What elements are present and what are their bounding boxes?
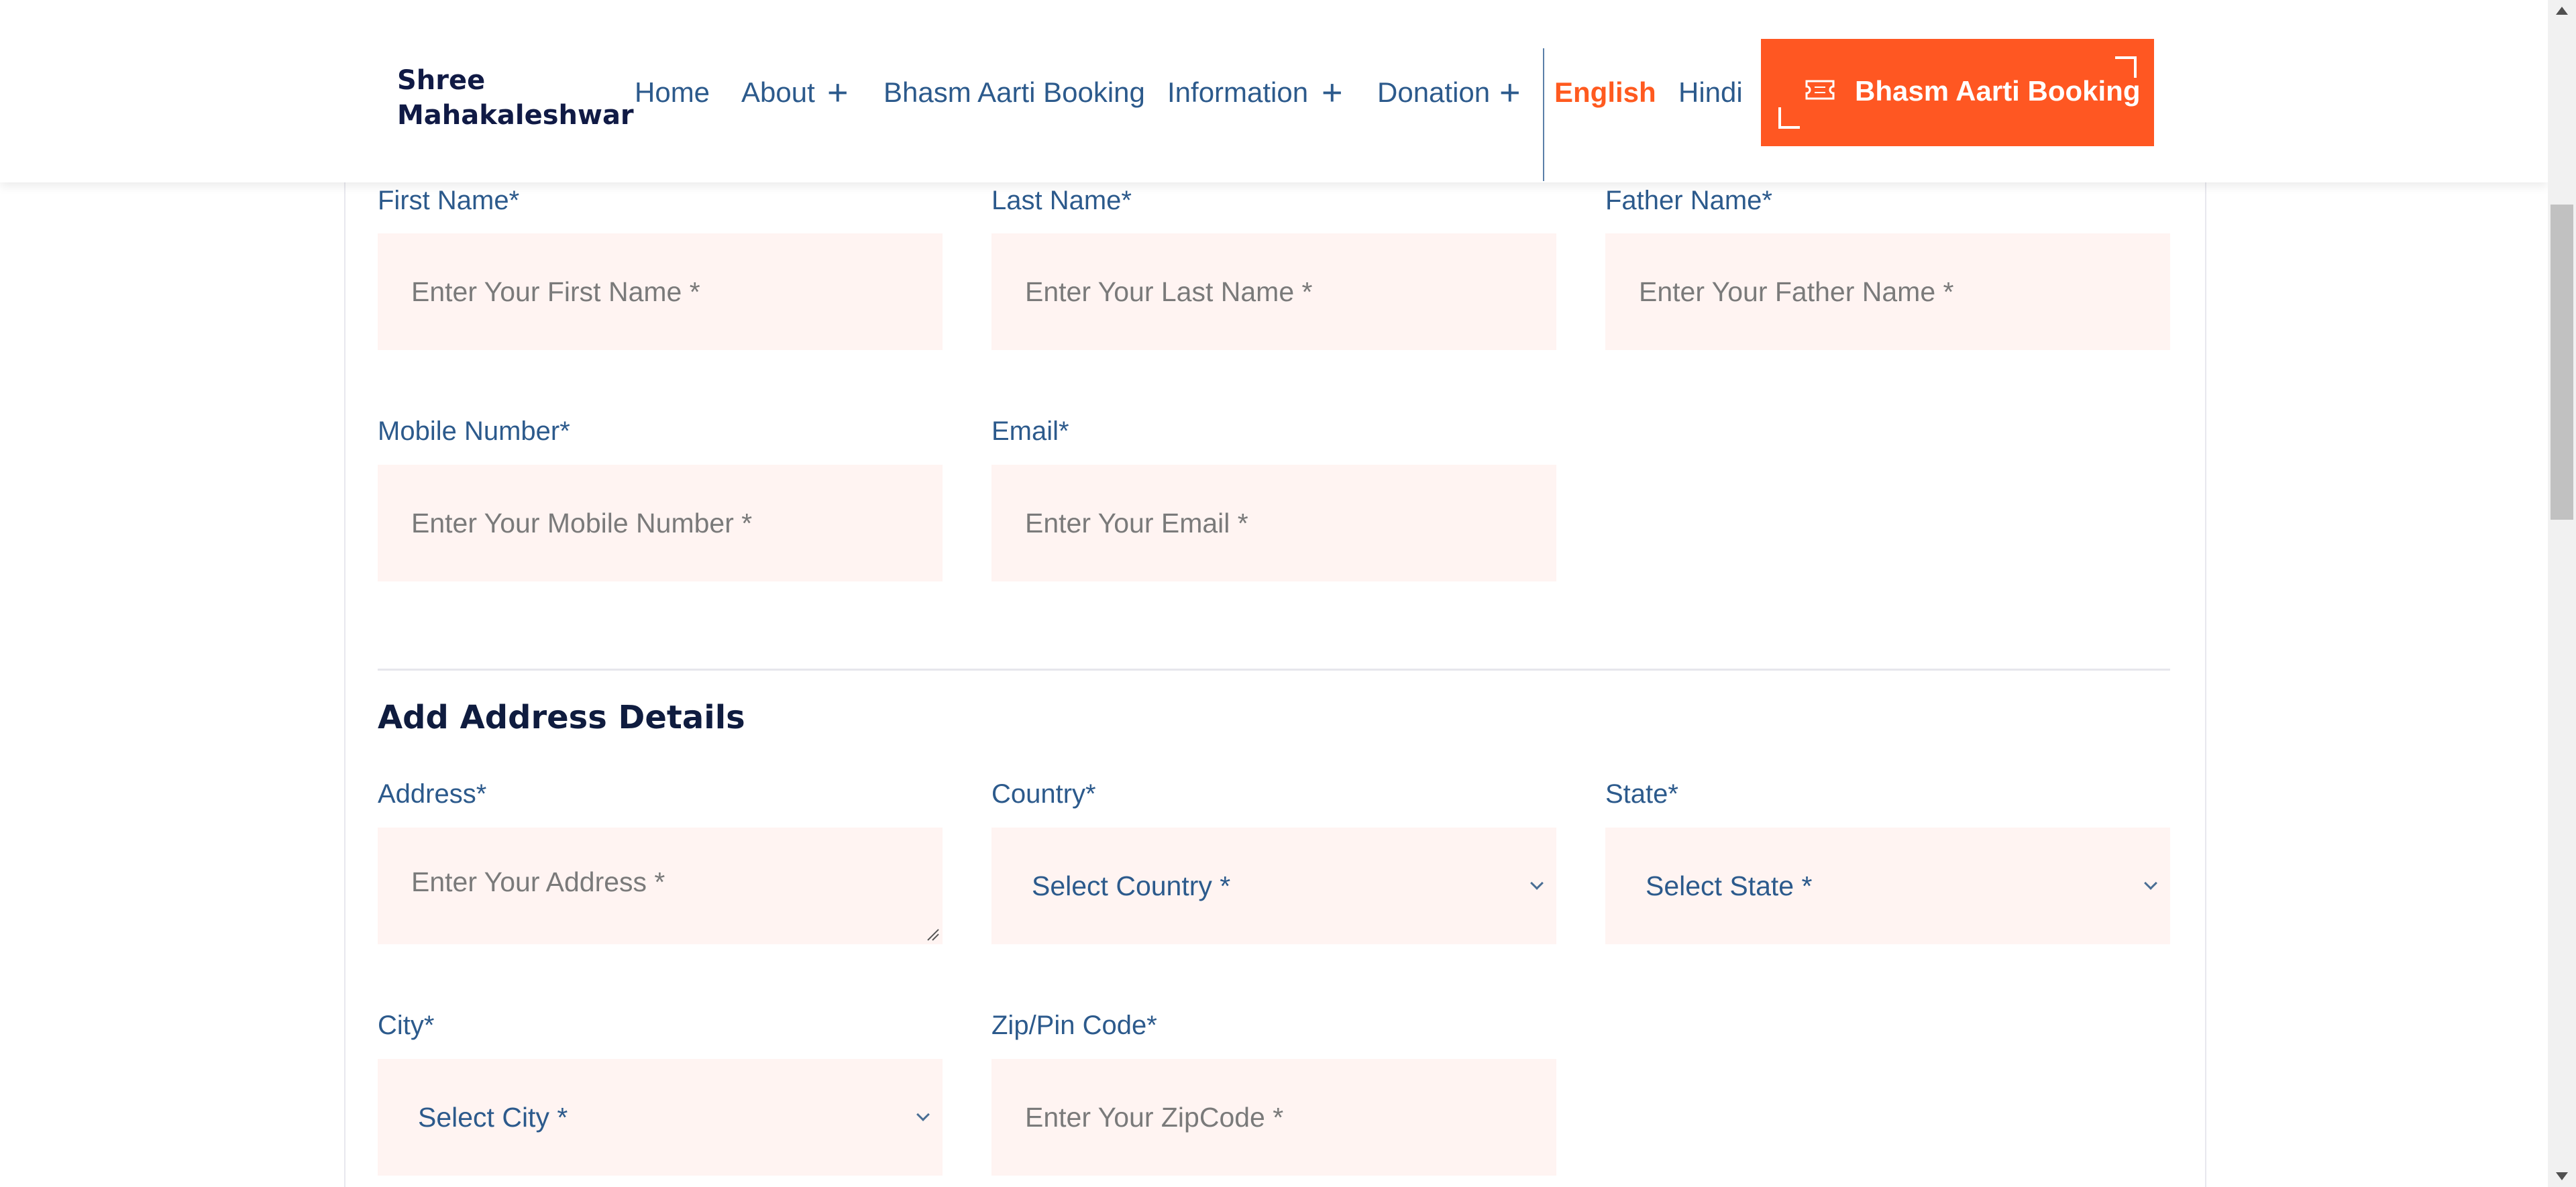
first-name-input[interactable]: Enter Your First Name * — [378, 233, 943, 350]
resize-grip-icon[interactable] — [925, 927, 940, 942]
language-english[interactable]: English — [1554, 75, 1656, 110]
scroll-down-arrow-icon[interactable] — [2556, 1172, 2568, 1180]
last-name-input[interactable]: Enter Your Last Name * — [991, 233, 1556, 350]
father-name-label: Father Name* — [1605, 186, 1772, 215]
language-hindi[interactable]: Hindi — [1678, 75, 1743, 110]
nav-information[interactable]: Information — [1167, 75, 1308, 110]
mobile-label: Mobile Number* — [378, 416, 570, 446]
about-plus-icon[interactable]: + — [827, 74, 849, 111]
nav-separator — [1543, 48, 1544, 181]
site-header: Shree Mahakaleshwar Home About + Bhasm A… — [0, 0, 2548, 182]
country-select[interactable]: Select Country * — [991, 828, 1556, 944]
information-plus-icon[interactable]: + — [1322, 74, 1343, 111]
mobile-placeholder: Enter Your Mobile Number * — [411, 507, 753, 539]
nav-home[interactable]: Home — [635, 75, 710, 110]
city-selected: Select City * — [418, 1101, 568, 1133]
city-label: City* — [378, 1011, 435, 1040]
first-name-placeholder: Enter Your First Name * — [411, 276, 700, 307]
email-label: Email* — [991, 416, 1069, 446]
donation-plus-icon[interactable]: + — [1499, 74, 1521, 111]
address-placeholder: Enter Your Address * — [411, 866, 665, 897]
zip-placeholder: Enter Your ZipCode * — [1025, 1101, 1284, 1133]
country-label: Country* — [991, 779, 1096, 809]
bhasm-aarti-booking-button[interactable]: Bhasm Aarti Booking — [1761, 39, 2154, 146]
state-label: State* — [1605, 779, 1678, 809]
last-name-placeholder: Enter Your Last Name * — [1025, 276, 1313, 307]
logo-line-1: Shree — [397, 65, 486, 96]
father-name-input[interactable]: Enter Your Father Name * — [1605, 233, 2170, 350]
address-section-title: Add Address Details — [378, 699, 745, 736]
chevron-down-icon — [1530, 877, 1544, 890]
mobile-input[interactable]: Enter Your Mobile Number * — [378, 465, 943, 581]
corner-decoration — [1778, 107, 1800, 129]
last-name-label: Last Name* — [991, 186, 1132, 215]
ticket-icon — [1805, 80, 1835, 100]
scroll-up-arrow-icon[interactable] — [2556, 7, 2568, 15]
vertical-scrollbar[interactable] — [2548, 0, 2576, 1187]
nav-bhasm-aarti-booking[interactable]: Bhasm Aarti Booking — [883, 75, 1145, 110]
email-input[interactable]: Enter Your Email * — [991, 465, 1556, 581]
zip-input[interactable]: Enter Your ZipCode * — [991, 1059, 1556, 1176]
first-name-label: First Name* — [378, 186, 520, 215]
cta-label: Bhasm Aarti Booking — [1855, 75, 2141, 107]
address-label: Address* — [378, 779, 487, 809]
nav-about[interactable]: About — [741, 75, 815, 110]
state-select[interactable]: Select State * — [1605, 828, 2170, 944]
site-logo[interactable]: Shree Mahakaleshwar — [397, 63, 634, 133]
city-select[interactable]: Select City * — [378, 1059, 943, 1176]
state-selected: Select State * — [1646, 870, 1813, 901]
nav-donation[interactable]: Donation — [1377, 75, 1490, 110]
chevron-down-icon — [916, 1108, 930, 1121]
address-textarea[interactable]: Enter Your Address * — [378, 828, 943, 944]
email-placeholder: Enter Your Email * — [1025, 507, 1248, 539]
country-selected: Select Country * — [1032, 870, 1231, 901]
zip-label: Zip/Pin Code* — [991, 1011, 1157, 1040]
logo-line-2: Mahakaleshwar — [397, 100, 634, 131]
scroll-thumb[interactable] — [2551, 205, 2573, 520]
father-name-placeholder: Enter Your Father Name * — [1639, 276, 1954, 307]
chevron-down-icon — [2144, 877, 2157, 890]
section-divider — [378, 669, 2170, 671]
